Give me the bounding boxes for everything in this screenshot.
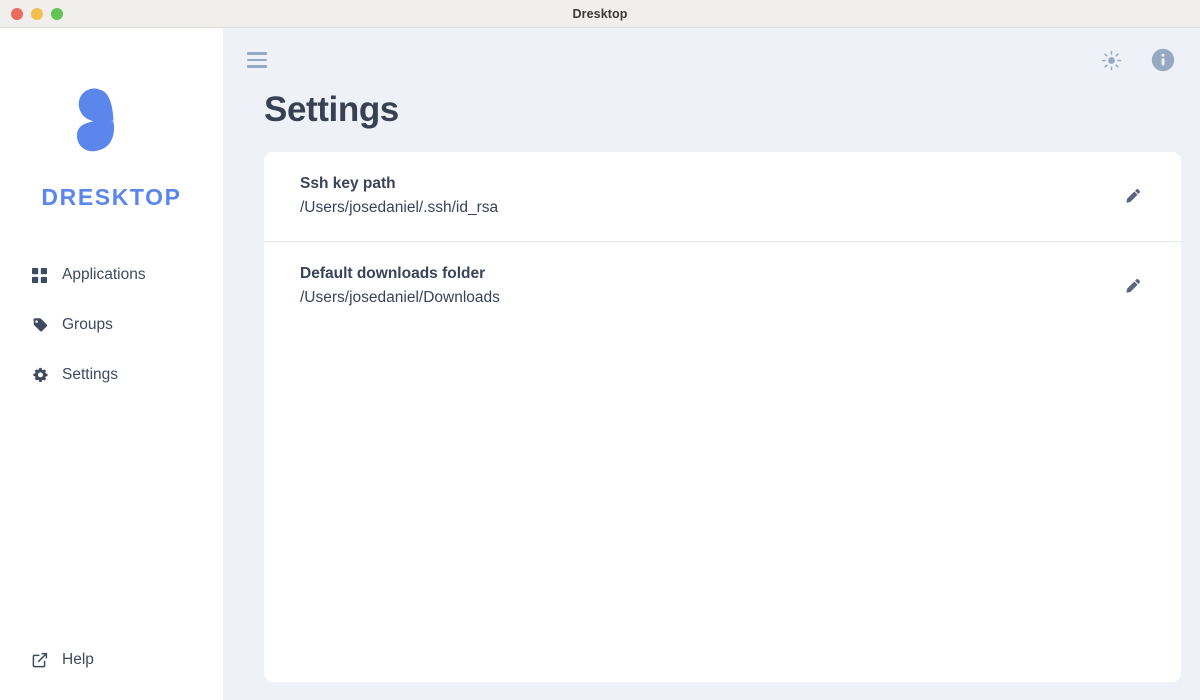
- setting-label: Ssh key path: [300, 173, 1119, 195]
- sidebar-nav: Applications Groups: [0, 257, 223, 407]
- app-body: DRESKTOP Applications: [0, 28, 1200, 700]
- sidebar-item-groups[interactable]: Groups: [0, 307, 223, 343]
- edit-setting-button[interactable]: [1119, 273, 1145, 299]
- sidebar-spacer: [0, 407, 223, 642]
- settings-row: Ssh key path /Users/josedaniel/.ssh/id_r…: [264, 152, 1181, 242]
- theme-toggle-button[interactable]: [1096, 45, 1126, 75]
- close-window-button[interactable]: [11, 8, 23, 20]
- setting-label: Default downloads folder: [300, 263, 1119, 285]
- tag-icon: [31, 317, 48, 334]
- sun-icon: [1101, 50, 1122, 71]
- settings-row-texts: Ssh key path /Users/josedaniel/.ssh/id_r…: [300, 173, 1119, 220]
- sidebar-item-label: Applications: [62, 266, 146, 284]
- app-window: Dresktop: [0, 0, 1200, 700]
- sidebar-bottom-nav: Help: [0, 642, 223, 700]
- pencil-icon: [1124, 278, 1141, 295]
- page-title: Settings: [223, 90, 1200, 130]
- top-bar: [223, 28, 1200, 92]
- minimize-window-button[interactable]: [31, 8, 43, 20]
- hamburger-icon[interactable]: [240, 43, 274, 77]
- clover-logo-icon: [60, 70, 164, 174]
- title-bar: Dresktop: [0, 0, 1200, 28]
- edit-setting-button[interactable]: [1119, 183, 1145, 209]
- hamburger-line: [247, 52, 267, 55]
- sidebar-item-label: Groups: [62, 316, 113, 334]
- info-icon: [1151, 48, 1175, 72]
- brand: DRESKTOP: [0, 28, 223, 211]
- traffic-lights: [11, 0, 63, 28]
- hamburger-line: [247, 65, 267, 68]
- settings-card: Ssh key path /Users/josedaniel/.ssh/id_r…: [264, 152, 1181, 682]
- sidebar-item-applications[interactable]: Applications: [0, 257, 223, 293]
- brand-name: DRESKTOP: [41, 184, 181, 211]
- sidebar: DRESKTOP Applications: [0, 28, 223, 700]
- info-button[interactable]: [1148, 45, 1178, 75]
- setting-value: /Users/josedaniel/Downloads: [300, 286, 1119, 309]
- settings-row: Default downloads folder /Users/josedani…: [264, 242, 1181, 331]
- pencil-icon: [1124, 188, 1141, 205]
- hamburger-line: [247, 59, 267, 62]
- maximize-window-button[interactable]: [51, 8, 63, 20]
- external-link-icon: [31, 652, 48, 669]
- gear-icon: [31, 367, 48, 384]
- sidebar-item-label: Help: [62, 651, 94, 669]
- sidebar-item-label: Settings: [62, 366, 118, 384]
- sidebar-item-help[interactable]: Help: [0, 642, 223, 678]
- window-title: Dresktop: [0, 7, 1200, 21]
- grid-icon: [31, 267, 48, 284]
- sidebar-item-settings[interactable]: Settings: [0, 357, 223, 393]
- settings-row-texts: Default downloads folder /Users/josedani…: [300, 263, 1119, 310]
- main-content: Settings Ssh key path /Users/josedaniel/…: [223, 28, 1200, 700]
- setting-value: /Users/josedaniel/.ssh/id_rsa: [300, 196, 1119, 219]
